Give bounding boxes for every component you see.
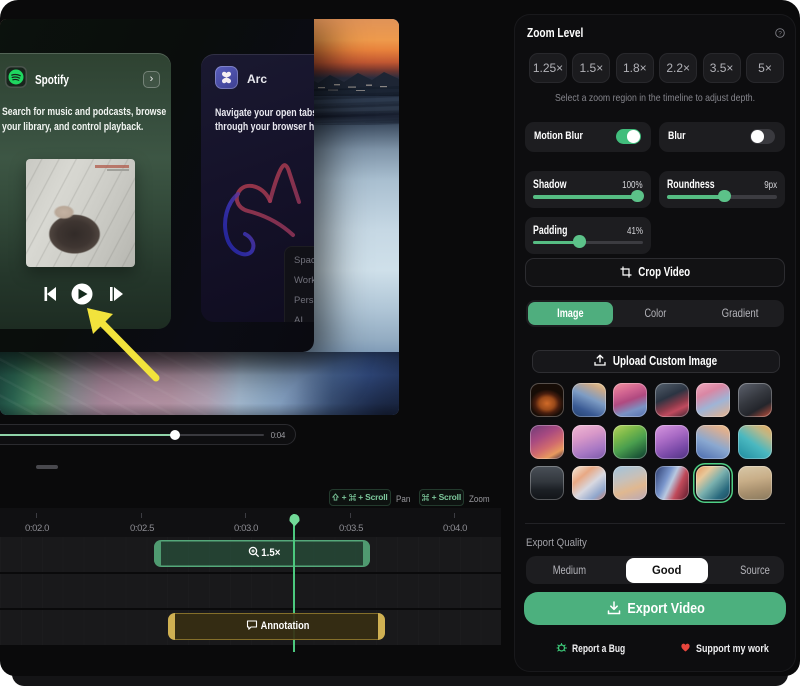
svg-text:?: ? xyxy=(778,30,782,37)
